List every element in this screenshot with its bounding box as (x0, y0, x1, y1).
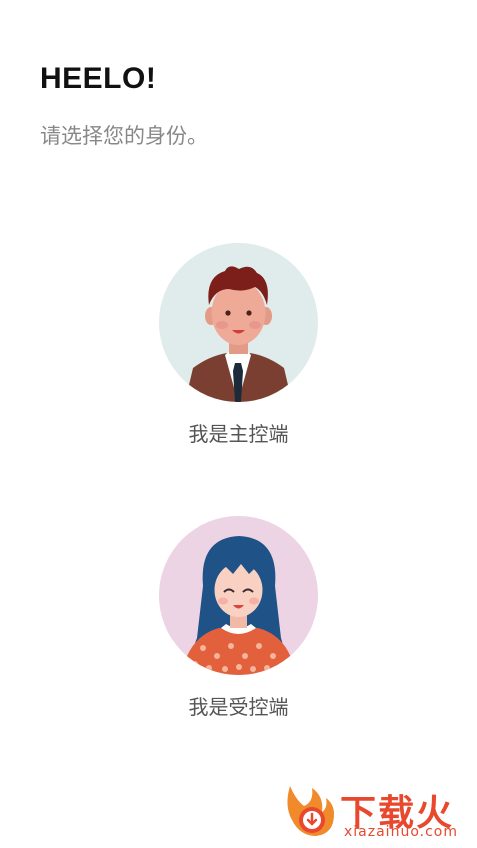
flame-icon (287, 786, 334, 836)
role-option-controlled[interactable]: 我是受控端 (0, 516, 477, 726)
watermark-domain: xiazaihuo.com (344, 824, 458, 840)
female-avatar-icon (159, 516, 318, 675)
role-label-controller: 我是主控端 (188, 422, 289, 446)
role-option-controller[interactable]: 我是主控端 (0, 243, 477, 453)
page-title: HEELO! (40, 62, 157, 95)
watermark-logo: 下载火 xiazaihuo.com (282, 782, 472, 844)
role-label-controlled: 我是受控端 (188, 695, 289, 719)
male-avatar-icon (159, 243, 318, 402)
page-subtitle: 请选择您的身份。 (40, 124, 208, 148)
